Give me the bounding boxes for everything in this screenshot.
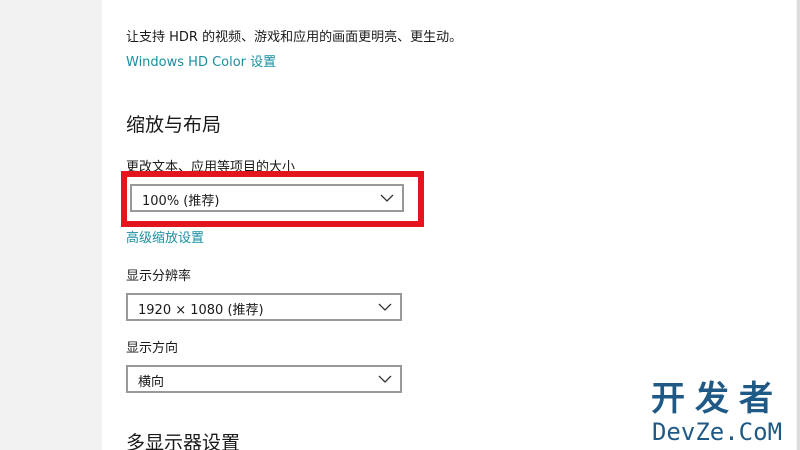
watermark-chinese: 开发者 <box>651 379 783 419</box>
resolution-label: 显示分辨率 <box>126 269 192 284</box>
resolution-dropdown[interactable]: 1920 × 1080 (推荐) <box>126 293 402 321</box>
chevron-down-icon <box>378 375 392 383</box>
settings-window: 让支持 HDR 的视频、游戏和应用的画面更明亮、更生动。 Windows HD … <box>0 0 800 450</box>
navigation-pane <box>0 0 102 450</box>
annotation-highlight-box <box>121 171 424 227</box>
watermark-english: DevZe.CoM <box>651 418 783 446</box>
orientation-label: 显示方向 <box>126 341 179 356</box>
orientation-value: 横向 <box>138 375 165 390</box>
hdr-color-settings-link[interactable]: Windows HD Color 设置 <box>126 51 276 70</box>
multi-display-title: 多显示器设置 <box>126 432 241 450</box>
advanced-scaling-link[interactable]: 高级缩放设置 <box>126 227 204 246</box>
chevron-down-icon <box>378 303 392 311</box>
hdr-description: 让支持 HDR 的视频、游戏和应用的画面更明亮、更生动。 <box>126 30 463 45</box>
scrollbar-track[interactable] <box>796 0 800 450</box>
resolution-value: 1920 × 1080 (推荐) <box>138 303 264 318</box>
watermark-logo: 开发者 DevZe.CoM <box>642 380 792 446</box>
scale-layout-title: 缩放与布局 <box>126 114 222 136</box>
orientation-dropdown[interactable]: 横向 <box>126 365 402 393</box>
